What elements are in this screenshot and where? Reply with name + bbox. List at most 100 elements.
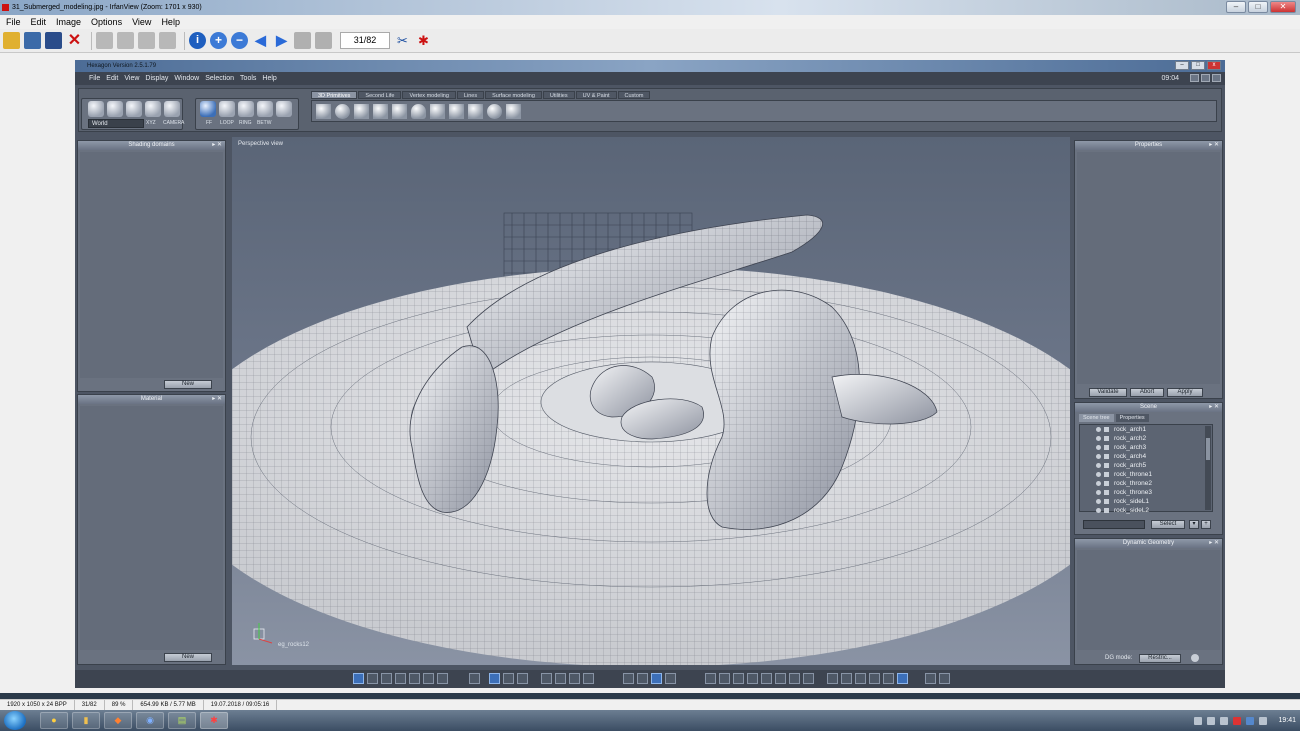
undo-icon[interactable] — [159, 32, 176, 49]
visibility-icon[interactable] — [1096, 508, 1101, 513]
app-taskbar-icon[interactable]: ◆ — [104, 712, 132, 729]
list-item[interactable]: rock_throne1 — [1080, 470, 1212, 479]
material-preview-icon[interactable] — [789, 673, 800, 684]
previous-arrow-icon[interactable]: ◀ — [252, 32, 269, 49]
lock-icon[interactable] — [1104, 481, 1109, 486]
lock-icon[interactable] — [1104, 427, 1109, 432]
disc-icon[interactable] — [449, 104, 464, 119]
plane-icon[interactable] — [373, 104, 388, 119]
lock-icon[interactable] — [1104, 472, 1109, 477]
list-item[interactable]: rock_arch3 — [1080, 443, 1212, 452]
lock-icon[interactable] — [1104, 499, 1109, 504]
abort-button[interactable]: Abort — [1130, 388, 1164, 397]
visibility-icon[interactable] — [1096, 436, 1101, 441]
cylinder-icon[interactable] — [392, 104, 407, 119]
open-folder-icon[interactable] — [3, 32, 20, 49]
tray-arrow-icon[interactable] — [1194, 716, 1203, 725]
visibility-icon[interactable] — [1096, 481, 1101, 486]
camera-tool-icon[interactable] — [164, 101, 180, 117]
tray-network-icon[interactable] — [1207, 716, 1216, 725]
three-view-alt-icon[interactable] — [423, 673, 434, 684]
list-item[interactable]: rock_arch4 — [1080, 452, 1212, 461]
select-tool-icon[interactable] — [88, 101, 104, 117]
single-view-icon[interactable] — [353, 673, 364, 684]
tray-dropbox-icon[interactable] — [1246, 716, 1255, 725]
coordinate-system-select[interactable]: World — [88, 119, 144, 128]
scene-scrollbar[interactable] — [1205, 426, 1211, 510]
last-page-icon[interactable] — [315, 32, 332, 49]
face-select-icon[interactable] — [200, 101, 216, 117]
lock-icon[interactable] — [1104, 490, 1109, 495]
paste-icon[interactable] — [138, 32, 155, 49]
scene-filter-input[interactable] — [1083, 520, 1145, 529]
lock-icon[interactable] — [1104, 445, 1109, 450]
pan-view-icon[interactable] — [555, 673, 566, 684]
tab-vertex-modeling[interactable]: Vertex modeling — [402, 91, 456, 99]
tab-lines[interactable]: Lines — [456, 91, 485, 99]
hx-minimize-button[interactable]: – — [1175, 61, 1189, 70]
download-icon[interactable] — [939, 673, 950, 684]
sphere-tool-icon[interactable] — [145, 101, 161, 117]
symmetry-icon[interactable] — [637, 673, 648, 684]
zoom-out-icon[interactable]: − — [231, 32, 248, 49]
tab-utilities[interactable]: Utilities — [542, 91, 575, 99]
cube-icon[interactable] — [316, 104, 331, 119]
hammer-icon[interactable] — [506, 104, 521, 119]
irfanview-taskbar-icon[interactable]: ✱ — [200, 712, 228, 729]
display-options-icon[interactable] — [827, 673, 838, 684]
tab-3d-primitives[interactable]: 3D Primitives — [311, 91, 358, 99]
material-new-button[interactable]: New — [164, 653, 212, 662]
hx-doc-minimize-button[interactable] — [1190, 74, 1199, 82]
tab-uv-paint[interactable]: UV & Paint — [575, 91, 617, 99]
layout-icon[interactable] — [437, 673, 448, 684]
sphere-preview-icon[interactable] — [803, 673, 814, 684]
hx-menu-window[interactable]: Window — [174, 75, 199, 82]
cut-icon[interactable] — [96, 32, 113, 49]
dodecahedron-icon[interactable] — [468, 104, 483, 119]
panel-close-icon[interactable]: ▸ ✕ — [1209, 403, 1219, 412]
validate-button[interactable]: Validate — [1089, 388, 1127, 397]
rotate-tool-icon[interactable] — [126, 101, 142, 117]
edge-select-icon[interactable] — [219, 101, 235, 117]
sphere-icon[interactable] — [335, 104, 350, 119]
visibility-icon[interactable] — [1096, 472, 1101, 477]
panel-close-icon[interactable]: ▸ ✕ — [212, 395, 222, 404]
wireframe-icon[interactable] — [705, 673, 716, 684]
hx-doc-restore-button[interactable] — [1201, 74, 1210, 82]
close-button[interactable]: ✕ — [1270, 1, 1296, 13]
list-item[interactable]: rock_sideL2 — [1080, 506, 1212, 515]
select-button[interactable]: Select — [1151, 520, 1185, 529]
list-item[interactable]: rock_sideL1 — [1080, 497, 1212, 506]
visibility-icon[interactable] — [1096, 454, 1101, 459]
delete-icon[interactable]: ✕ — [66, 32, 83, 49]
tray-volume-icon[interactable] — [1220, 716, 1229, 725]
lock-icon[interactable] — [1104, 454, 1109, 459]
tab-second-life[interactable]: Second Life — [358, 91, 402, 99]
measure-icon[interactable] — [897, 673, 908, 684]
scene-add-icon[interactable]: + — [1201, 520, 1211, 529]
first-page-icon[interactable] — [294, 32, 311, 49]
shaded-icon[interactable] — [719, 673, 730, 684]
scroll-thumb[interactable] — [1206, 438, 1210, 460]
save-icon[interactable] — [45, 32, 62, 49]
grid-icon[interactable] — [469, 673, 480, 684]
hx-menu-display[interactable]: Display — [145, 75, 168, 82]
panel-close-icon[interactable]: ▸ ✕ — [1209, 539, 1219, 548]
visibility-icon[interactable] — [1096, 445, 1101, 450]
maximize-button[interactable]: □ — [1248, 1, 1268, 13]
three-view-icon[interactable] — [409, 673, 420, 684]
top-view-icon[interactable] — [517, 673, 528, 684]
menu-file[interactable]: File — [6, 15, 21, 29]
notepad-taskbar-icon[interactable]: ▤ — [168, 712, 196, 729]
tab-custom[interactable]: Custom — [617, 91, 651, 99]
lighting-icon[interactable] — [761, 673, 772, 684]
list-item[interactable]: rock_arch1 — [1080, 425, 1212, 434]
menu-help[interactable]: Help — [161, 15, 180, 29]
hx-menu-selection[interactable]: Selection — [205, 75, 234, 82]
tools-icon[interactable]: ✂ — [394, 32, 411, 49]
info-icon[interactable]: i — [189, 32, 206, 49]
zoom-in-icon[interactable]: + — [210, 32, 227, 49]
quad-view-icon[interactable] — [367, 673, 378, 684]
background-icon[interactable] — [855, 673, 866, 684]
explorer-taskbar-icon[interactable]: ▮ — [72, 712, 100, 729]
